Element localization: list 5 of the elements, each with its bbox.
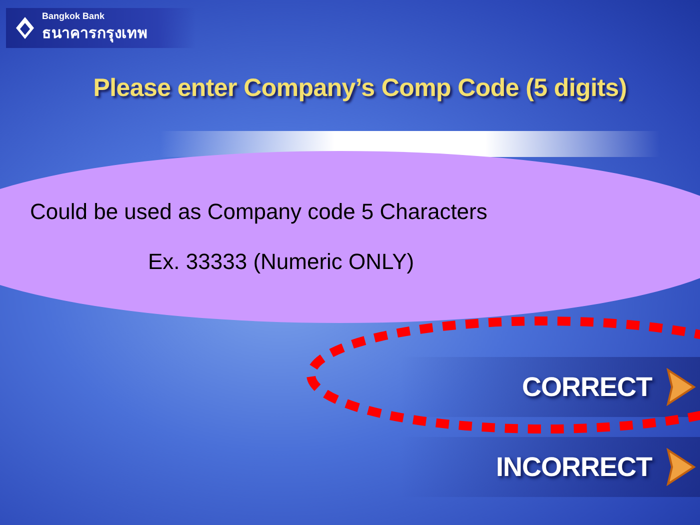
bank-name: Bangkok Bank [42,11,106,21]
callout-text: Ex. 33333 (Numeric ONLY) [148,249,414,275]
prompt-title: Please enter Company’s Comp Code (5 digits) [92,74,628,103]
bank-name-thai: ธนาคารกรุงเทพ [42,23,148,44]
callout-text: Could be used as Company code 5 Characters [30,199,488,225]
